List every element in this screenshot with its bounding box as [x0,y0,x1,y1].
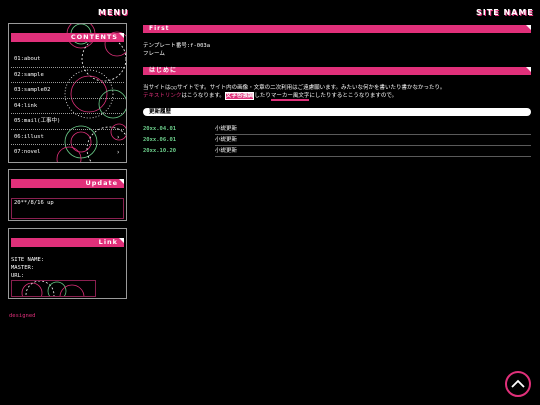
history-title: 更新履歴 [149,109,172,115]
update-title: Update [85,179,118,187]
designed-credit[interactable]: designed [9,312,36,320]
nav-item-link[interactable]: 04:link [11,99,124,114]
contents-header: CONTENTS [11,33,124,42]
site-name[interactable]: SITE NAME [476,8,534,17]
first-header: First [143,25,531,33]
chevron-up-icon [511,379,525,388]
banner-circles [21,281,85,296]
update-header: Update [11,179,124,188]
first-title: First [149,25,170,32]
nav-item-sample02[interactable]: 03:sample02 [11,83,124,99]
history-date: 20xx.10.20 [143,148,177,154]
update-box: Update 20**/8/16 up [8,169,127,221]
nav-item-novel[interactable]: 07:novel › [11,145,124,161]
link-header: Link [11,238,124,247]
chevron-right-icon: › [116,149,120,156]
intro-text: 当サイトは○○サイトです。サイト内の画像・文章の二次利用はご遠慮願います。みたい… [143,85,446,91]
intro-title: はじめに [149,67,178,74]
history-row: 20xx.10.20 小説更新 [143,147,531,158]
nav-item-sample[interactable]: 02:sample [11,68,124,83]
link-url: URL: [11,273,25,279]
intro-text-2: テキストリンクはこうなります。文字色強調したりマーカー風文字にしたりするとこうな… [143,92,398,101]
history-date: 20xx.06.01 [143,137,177,143]
link-box: Link SITE NAME: MASTER: URL: [8,228,127,299]
sample-text-link[interactable]: テキストリンク [143,93,181,99]
history-row: 20xx.04.01 小説更新 [143,125,531,136]
intro-header: はじめに [143,67,531,75]
link-title: Link [98,238,118,246]
contents-title: CONTENTS [70,33,118,41]
history-row: 20xx.06.01 小説更新 [143,136,531,147]
frame-text: フレーム [143,51,165,57]
history-text: 小説更新 [215,125,531,135]
nav-item-mail[interactable]: 05:mail(工事中) [11,114,124,130]
chevron-right-icon: › [116,133,120,141]
emphasis-sample: 文字色強調 [224,92,255,100]
history-date: 20xx.04.01 [143,126,177,132]
update-text: 20**/8/16 up [11,198,124,219]
link-banner[interactable] [11,280,96,297]
scroll-top-button[interactable] [505,371,531,397]
link-site-name: SITE NAME: [11,257,45,263]
history-header: 更新履歴 [143,108,531,116]
link-master: MASTER: [11,265,35,271]
nav-item-illust[interactable]: 06:illust › [11,130,124,145]
template-number: テンプレート番号:f-003a [143,43,211,49]
marker-sample: マーカー風文字 [270,93,310,101]
contents-box: CONTENTS 01:about 02:sample 03:sample02 … [8,23,127,163]
history-text: 小説更新 [215,147,531,157]
history-text: 小説更新 [215,136,531,146]
menu-label: MENU [98,8,129,17]
nav-item-about[interactable]: 01:about [11,52,124,68]
